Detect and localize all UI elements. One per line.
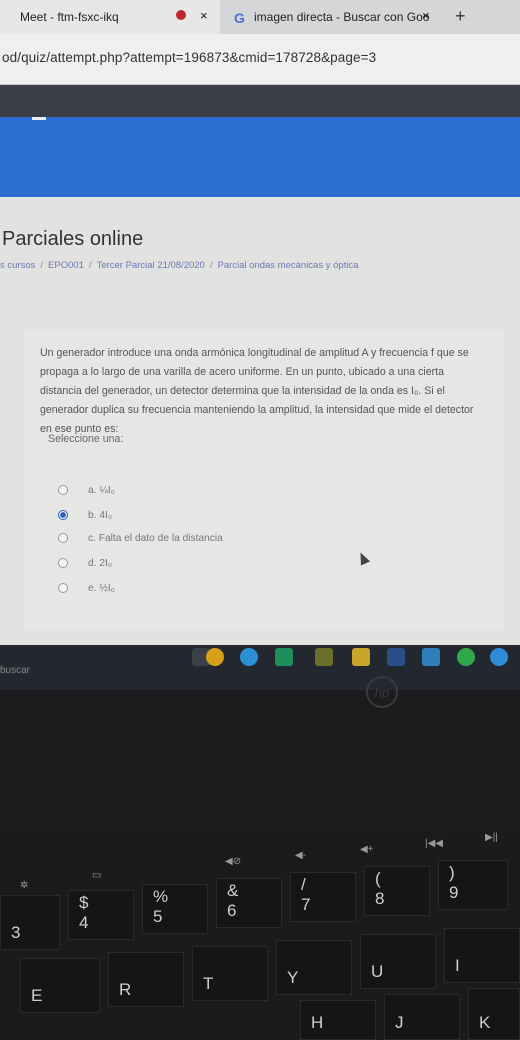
option-e-label: e. ½I₀ (88, 582, 115, 594)
radio-c[interactable] (58, 533, 68, 543)
key-r[interactable]: R (108, 952, 184, 1007)
taskbar-search[interactable]: buscar (0, 665, 30, 676)
tab-google-label: imagen directa - Buscar con Goo (254, 10, 430, 24)
key-t[interactable]: T (192, 946, 268, 1001)
site-top-bar (0, 85, 520, 117)
app-icon[interactable] (422, 648, 440, 666)
breadcrumb: s cursos / EPO001/Tercer Parcial 21/08/202… (0, 260, 359, 271)
select-prompt: Seleccione una: (48, 433, 124, 445)
option-b-label: b. 4I₀ (88, 509, 113, 521)
play-key-icon[interactable]: ▶|| (485, 832, 498, 843)
option-e[interactable]: e. ½I₀ (58, 580, 115, 596)
key-6[interactable]: & 6 (216, 878, 282, 928)
breadcrumb-quiz[interactable]: Parcial ondas mecánicas y óptica (217, 260, 358, 271)
monitor-screen: Meet - ftm-fsxc-ikq × G imagen directa -… (0, 0, 520, 690)
menu-icon[interactable] (32, 117, 46, 120)
key-h[interactable]: H (300, 1000, 376, 1040)
taskbar (0, 645, 520, 690)
address-bar[interactable]: od/quiz/attempt.php?attempt=196873&cmid=… (0, 34, 520, 85)
close-tab-icon[interactable]: × (422, 8, 430, 23)
option-a[interactable]: a. ¼I₀ (58, 482, 115, 498)
dropbox-icon[interactable] (387, 648, 405, 666)
page-title: Parciales online (2, 228, 144, 250)
volume-down-key-icon[interactable]: ◀- (295, 850, 306, 861)
option-c-label: c. Falta el dato de la distancia (88, 532, 223, 544)
breadcrumb-courses[interactable]: s cursos (0, 260, 35, 271)
volume-up-key-icon[interactable]: ◀+ (360, 844, 374, 855)
key-7[interactable]: / 7 (290, 872, 356, 922)
radio-d[interactable] (58, 558, 68, 568)
app-icon[interactable] (275, 648, 293, 666)
hp-logo: hp (366, 676, 398, 708)
key-i[interactable]: I (444, 928, 520, 983)
key-k[interactable]: K (468, 988, 520, 1040)
option-b[interactable]: b. 4I₀ (58, 507, 112, 523)
close-tab-icon[interactable]: × (200, 8, 208, 23)
key-y[interactable]: Y (276, 940, 352, 995)
tab-meet-label: Meet - ftm-fsxc-ikq (20, 10, 119, 24)
google-icon: G (234, 10, 245, 26)
key-4[interactable]: $ 4 (68, 890, 134, 940)
breadcrumb-course[interactable]: EPO001 (48, 260, 84, 271)
recording-icon (176, 10, 186, 20)
radio-e[interactable] (58, 583, 68, 593)
spotify-icon[interactable] (457, 648, 475, 666)
option-d-label: d. 2I₀ (88, 557, 113, 569)
breadcrumb-exam[interactable]: Tercer Parcial 21/08/2020 (97, 260, 205, 271)
browser-tab-bar: Meet - ftm-fsxc-ikq × G imagen directa -… (0, 0, 520, 34)
chrome-icon[interactable] (206, 648, 224, 666)
key-3[interactable]: 3 (0, 895, 60, 950)
mute-key-icon[interactable]: ◀⊘ (225, 856, 241, 867)
key-e[interactable]: E (20, 958, 100, 1013)
site-header-banner (0, 117, 520, 197)
edge-icon[interactable] (240, 648, 258, 666)
key-u[interactable]: U (360, 934, 436, 989)
function-key[interactable]: ✲ (20, 880, 28, 891)
function-key[interactable]: ▭ (92, 870, 101, 881)
ie-icon[interactable] (490, 648, 508, 666)
url-text[interactable]: od/quiz/attempt.php?attempt=196873&cmid=… (2, 50, 376, 65)
option-d[interactable]: d. 2I₀ (58, 555, 112, 571)
radio-a[interactable] (58, 485, 68, 495)
app-icon[interactable] (315, 648, 333, 666)
option-a-label: a. ¼I₀ (88, 484, 115, 496)
tab-meet[interactable]: Meet - ftm-fsxc-ikq × (0, 0, 220, 34)
key-j[interactable]: J (384, 994, 460, 1040)
prev-track-key-icon[interactable]: |◀◀ (425, 838, 443, 849)
tab-google[interactable]: G imagen directa - Buscar con Goo × (224, 0, 444, 34)
question-text: Un generador introduce una onda armónica… (40, 347, 474, 435)
key-8[interactable]: ( 8 (364, 866, 430, 916)
laptop-bezel (0, 690, 520, 830)
key-9[interactable]: ) 9 (438, 860, 508, 910)
radio-b[interactable] (58, 510, 68, 520)
store-icon[interactable] (352, 648, 370, 666)
option-c[interactable]: c. Falta el dato de la distancia (58, 530, 223, 546)
new-tab-button[interactable]: + (455, 6, 466, 27)
key-5[interactable]: % 5 (142, 884, 208, 934)
